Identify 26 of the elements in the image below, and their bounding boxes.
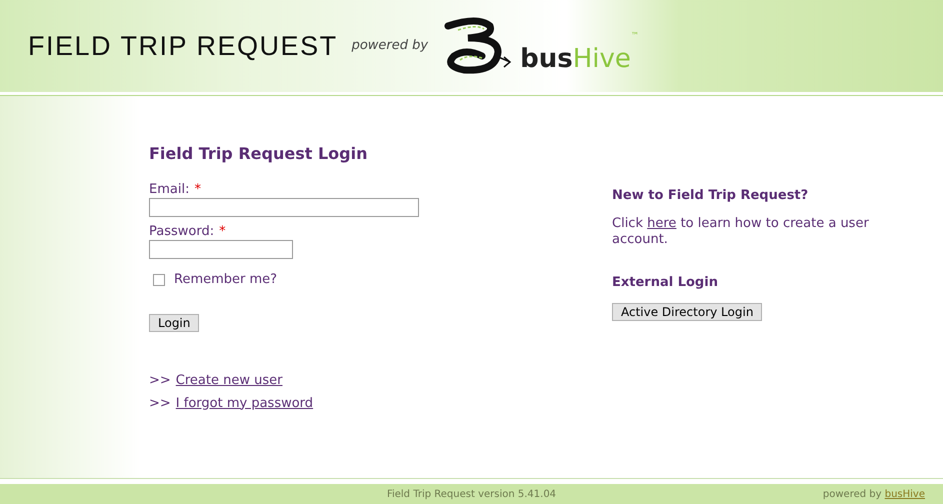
remember-checkbox[interactable] bbox=[153, 274, 165, 286]
brand-name: bus bbox=[520, 46, 573, 72]
external-login-heading: External Login bbox=[612, 276, 719, 289]
field-label: Email: bbox=[149, 182, 190, 198]
text-link[interactable]: Create new user bbox=[176, 372, 282, 388]
new-user-heading: New to Field Trip Request? bbox=[612, 189, 810, 202]
remember-label: Remember me? bbox=[174, 271, 278, 289]
here-link[interactable]: here bbox=[647, 216, 676, 231]
version-text: Field Trip Request version 5.41.04 bbox=[386, 488, 556, 502]
active-directory-button[interactable]: Active Directory Login bbox=[612, 303, 762, 321]
login-heading: Field Trip Request Login bbox=[149, 146, 368, 162]
powered-by-text: powered by bbox=[352, 37, 428, 56]
app-title: FIELD TRIP REQUEST bbox=[28, 30, 338, 63]
text-link[interactable]: I forgot my password bbox=[176, 394, 314, 412]
link-prefix: >> bbox=[149, 372, 171, 388]
brand-name-suffix: Hive bbox=[572, 46, 631, 72]
field-label: Password: bbox=[149, 224, 214, 240]
required-mark: * bbox=[194, 182, 201, 198]
input-field[interactable] bbox=[149, 198, 419, 217]
signup-help-text: Click here to learn how to create a user account. bbox=[612, 216, 870, 248]
input-field[interactable] bbox=[149, 240, 293, 259]
required-mark: * bbox=[219, 224, 226, 240]
trademark-symbol: ™ bbox=[630, 30, 639, 42]
link-prefix: >> bbox=[149, 394, 171, 412]
footer-credit: powered by busHive bbox=[822, 488, 925, 502]
login-button[interactable]: Login bbox=[149, 314, 200, 332]
